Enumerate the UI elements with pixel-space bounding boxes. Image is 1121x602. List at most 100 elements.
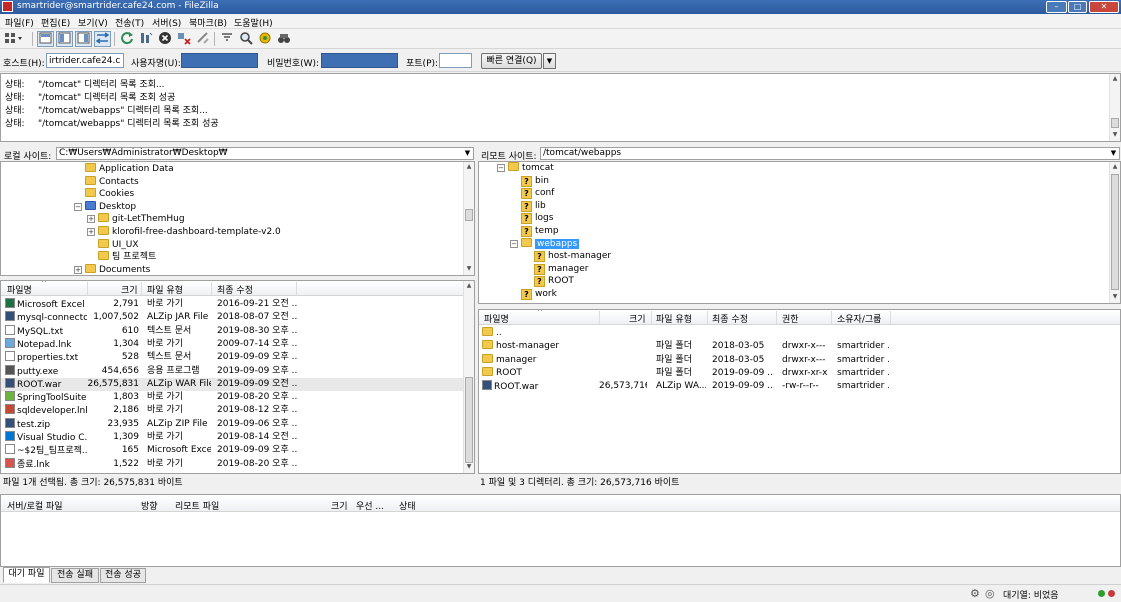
expand-icon[interactable]: + [87, 228, 95, 236]
speed-limit-icon[interactable]: ◎ [985, 587, 995, 600]
column-header-modified[interactable]: 최종 수정 [217, 283, 253, 296]
toggle-queue-icon[interactable] [94, 31, 111, 47]
column-header-status[interactable]: 상태 [399, 499, 416, 512]
toggle-remote-tree-icon[interactable] [75, 31, 92, 47]
file-row[interactable]: .. [479, 327, 1120, 340]
local-path-dropdown-icon[interactable]: ▼ [462, 147, 473, 160]
column-header-server-local-file[interactable]: 서버/로컬 파일 [7, 499, 63, 512]
remote-path-input[interactable]: /tomcat/webapps [540, 147, 1120, 160]
expand-icon[interactable]: + [87, 215, 95, 224]
maximize-button[interactable]: □ [1068, 1, 1087, 13]
log-scrollbar[interactable]: ▲ ▼ [1109, 74, 1120, 141]
file-row[interactable]: ROOT.war 26,575,831 ALZip WAR File 2019-09-… [1, 377, 474, 391]
toggle-log-icon[interactable] [37, 31, 54, 47]
menu-transfer[interactable]: 전송(T) [115, 16, 144, 29]
tab-successful-transfers[interactable]: 전송 성공 [100, 568, 146, 583]
tree-item[interactable]: − tomcat [497, 162, 554, 175]
column-header-owner[interactable]: 소유자/그룹 [837, 312, 881, 325]
gear-icon[interactable]: ⚙ [970, 587, 980, 600]
tree-item[interactable]: ? work [510, 288, 557, 301]
refresh-icon[interactable] [118, 31, 135, 47]
tree-item[interactable]: ? lib [510, 200, 546, 213]
tree-item[interactable]: ? bin [510, 175, 549, 188]
column-header-size[interactable]: 크기 [121, 283, 138, 296]
directory-filter-icon[interactable] [218, 31, 235, 47]
file-row[interactable]: ~$2팀_팀프로젝... 165 Microsoft Exce... 2019-09-… [1, 444, 474, 457]
file-row[interactable]: mysql-connecto... 1,007,502 ALZip JAR File… [1, 311, 474, 324]
menu-edit[interactable]: 편집(E) [41, 16, 70, 29]
file-row[interactable]: SpringToolSuite... 1,803 바로 가기 2019-08-20 오… [1, 391, 474, 404]
menu-bookmarks[interactable]: 북마크(B) [189, 16, 227, 29]
compare-directories-icon[interactable] [275, 31, 292, 47]
tab-queued-files[interactable]: 대기 파일 [3, 567, 50, 583]
tree-item[interactable]: + klorofil-free-dashboard-template-v2.0 [87, 226, 281, 239]
expand-icon[interactable]: + [74, 265, 82, 274]
remote-path-dropdown-icon[interactable]: ▼ [1108, 147, 1119, 160]
file-row[interactable]: 종료.lnk 1,522 바로 가기 2019-08-20 오후 ... [1, 457, 474, 471]
file-row[interactable]: putty.exe 454,656 응용 프로그램 2019-09-09 오후 ... [1, 364, 474, 378]
port-input[interactable] [439, 53, 472, 68]
disconnect-icon[interactable] [175, 31, 192, 47]
file-row[interactable]: manager 파일 폴더 2018-03-05 drwxr-x--- smartrid… [479, 353, 1120, 367]
column-header-type[interactable]: 파일 유형 [656, 312, 692, 325]
tree-item[interactable]: − Desktop [74, 200, 136, 214]
local-list-scrollbar[interactable]: ▲ ▼ [463, 281, 474, 473]
file-row[interactable]: properties.txt 528 텍스트 문서 2019-09-09 오후 ... [1, 351, 474, 364]
tree-item[interactable]: ? conf [510, 187, 554, 200]
file-row[interactable]: host-manager 파일 폴더 2018-03-05 drwxr-x--- sma… [479, 340, 1120, 353]
cancel-operation-icon[interactable] [156, 31, 173, 47]
tree-item[interactable]: 팀 프로젝트 [87, 251, 156, 264]
file-row[interactable]: MySQL.txt 610 텍스트 문서 2019-08-30 오후 ... [1, 324, 474, 338]
column-header-remote-file[interactable]: 리모트 파일 [175, 499, 219, 512]
username-input[interactable] [181, 53, 258, 68]
menu-server[interactable]: 서버(S) [152, 16, 181, 29]
minimize-button[interactable]: – [1046, 1, 1067, 13]
tree-item[interactable]: Contacts [74, 175, 139, 189]
site-manager-icon[interactable] [3, 31, 25, 47]
tree-item[interactable]: Application Data [74, 163, 174, 176]
column-header-size[interactable]: 크기 [331, 499, 348, 512]
quickconnect-button[interactable]: 빠른 연결(Q) [481, 53, 542, 69]
local-tree-scrollbar[interactable]: ▲ ▼ [463, 162, 474, 275]
process-queue-icon[interactable] [137, 31, 154, 47]
sync-browsing-icon[interactable] [256, 31, 273, 47]
file-row[interactable]: sqldeveloper.lnk 2,186 바로 가기 2019-08-12 오후 … [1, 404, 474, 417]
column-header-priority[interactable]: 우선 ... [356, 499, 384, 512]
tree-item[interactable]: ? host-manager [523, 250, 611, 263]
file-row[interactable]: ROOT.war 26,573,716 ALZip WA... 2019-09-09 … [479, 380, 1120, 393]
column-header-modified[interactable]: 최종 수정 [712, 312, 748, 325]
column-header-name[interactable]: 파일명 [7, 283, 32, 296]
file-row[interactable]: Visual Studio C... 1,309 바로 가기 2019-08-14 오… [1, 431, 474, 444]
column-header-direction[interactable]: 방향 [141, 499, 158, 512]
collapse-icon[interactable]: − [497, 164, 505, 172]
tree-item[interactable]: ? manager [523, 263, 588, 276]
tab-failed-transfers[interactable]: 전송 실패 [51, 568, 99, 583]
quickconnect-dropdown-icon[interactable]: ▼ [543, 53, 556, 69]
column-header-name[interactable]: 파일명 [484, 312, 509, 325]
local-path-input[interactable]: C:₩Users₩Administrator₩Desktop₩ [56, 147, 474, 160]
file-row[interactable]: Notepad.lnk 1,304 바로 가기 2009-07-14 오후 ... [1, 337, 474, 351]
column-header-size[interactable]: 크기 [629, 312, 646, 325]
host-input[interactable] [46, 53, 124, 68]
tree-item[interactable]: − webapps [510, 237, 580, 251]
toggle-local-tree-icon[interactable] [56, 31, 73, 47]
password-input[interactable] [321, 53, 398, 68]
tree-item[interactable]: + git-LetThemHug [87, 213, 185, 226]
search-icon[interactable] [237, 31, 254, 47]
collapse-icon[interactable]: − [74, 202, 82, 211]
column-header-permissions[interactable]: 권한 [782, 312, 799, 325]
reconnect-icon[interactable] [194, 31, 211, 47]
menu-view[interactable]: 보기(V) [78, 16, 108, 29]
file-row[interactable]: ROOT 파일 폴더 2019-09-09 ... drwxr-xr-x smartri… [479, 366, 1120, 380]
tree-item[interactable]: + Documents [74, 263, 150, 275]
collapse-icon[interactable]: − [510, 239, 518, 248]
close-button[interactable]: ✕ [1089, 1, 1119, 13]
tree-item[interactable]: ? temp [510, 225, 559, 238]
file-row[interactable]: test.zip 23,935 ALZip ZIP File 2019-09-06 오… [1, 417, 474, 431]
file-row[interactable]: Microsoft Excel ... 2,791 바로 가기 2016-09-21 … [1, 298, 474, 311]
menu-help[interactable]: 도움말(H) [234, 16, 273, 29]
tree-item[interactable]: Cookies [74, 188, 134, 201]
column-header-type[interactable]: 파일 유형 [147, 283, 183, 296]
tree-item[interactable]: ? logs [510, 212, 553, 225]
tree-item[interactable]: UI_UX [87, 238, 139, 252]
